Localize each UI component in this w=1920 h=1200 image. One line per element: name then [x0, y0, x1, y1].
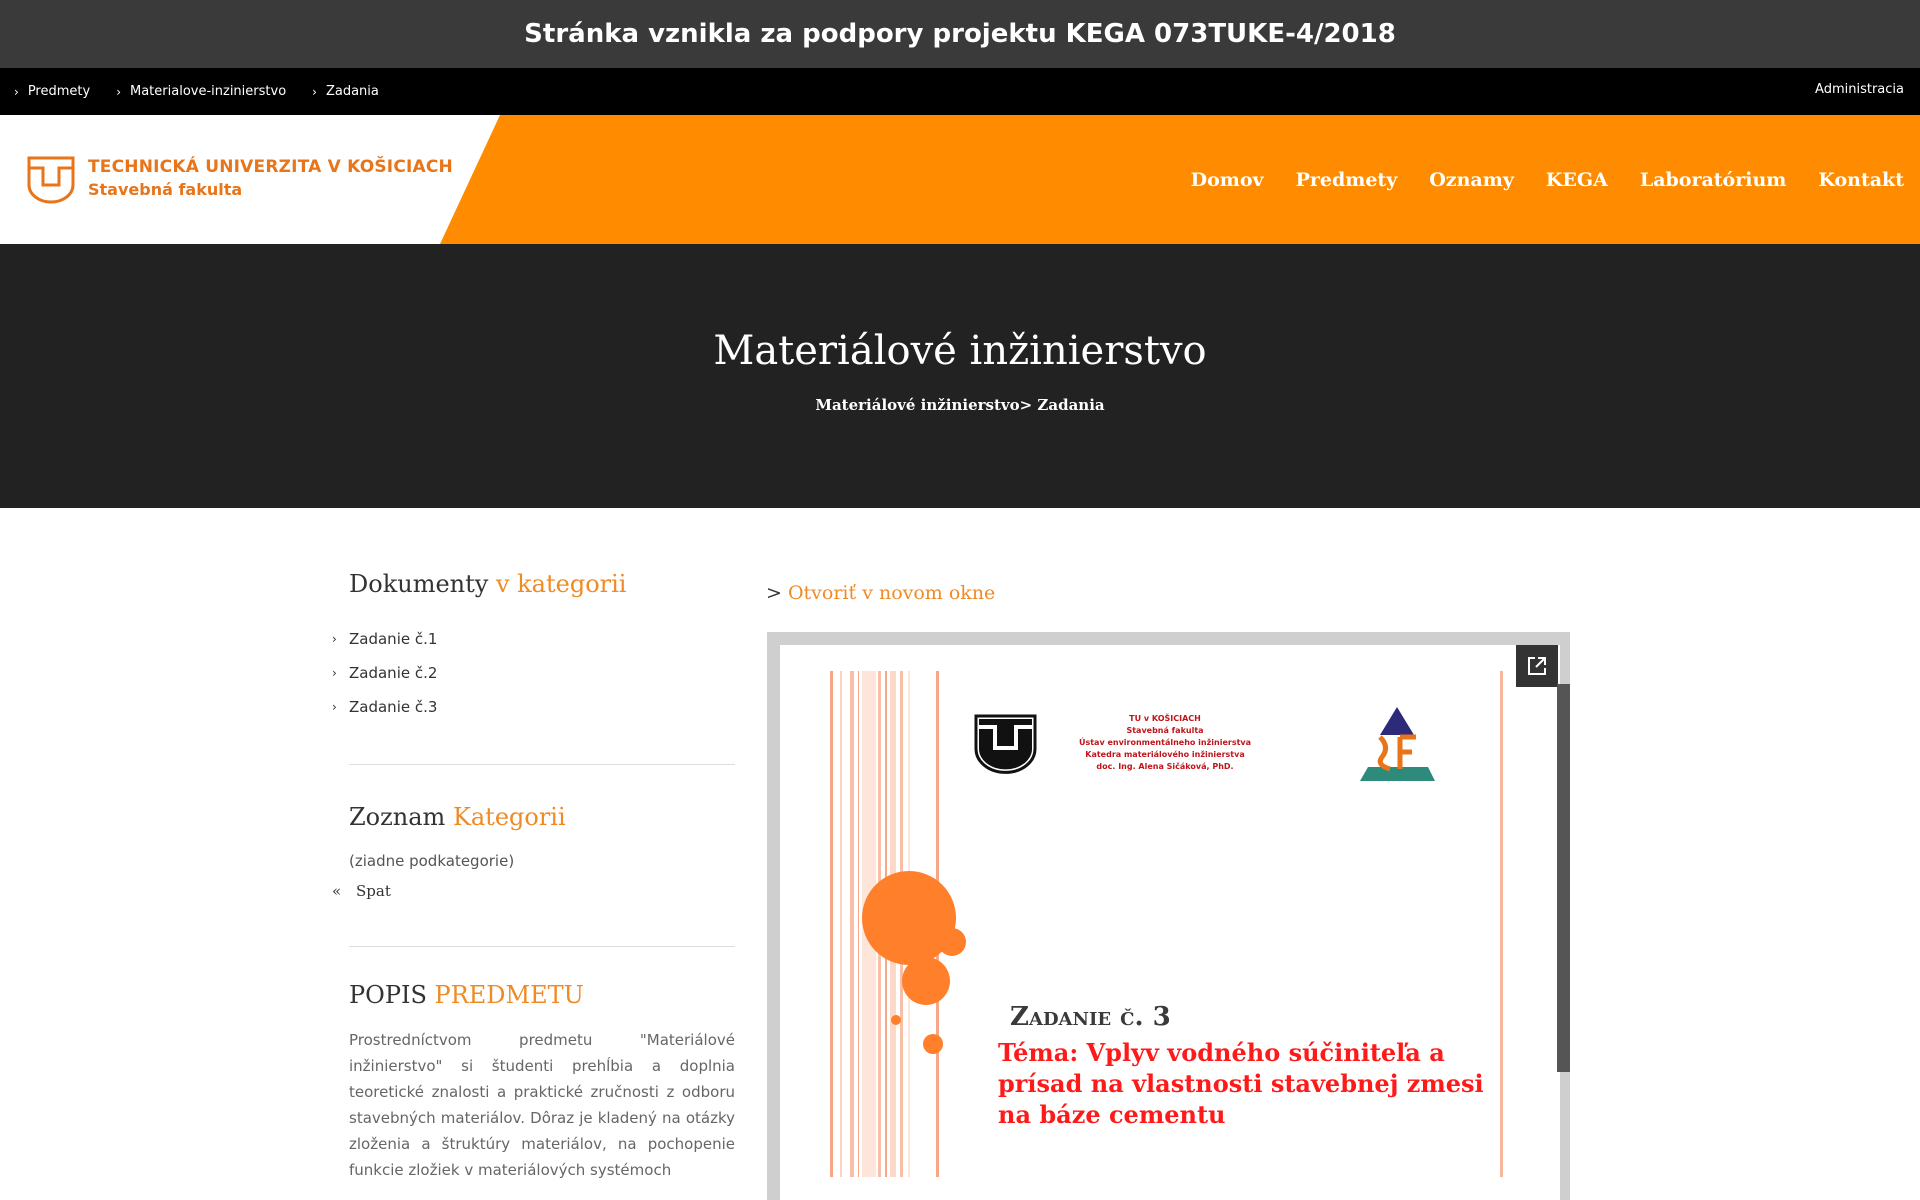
page-hero: Materiálové inžinierstvo Materiálové inž…: [0, 244, 1920, 508]
document-item[interactable]: › Zadanie č.2: [332, 656, 735, 690]
project-banner: Stránka vznikla za podpory projektu KEGA…: [0, 0, 1920, 68]
categories-heading: Zoznam Kategorii: [349, 803, 735, 831]
decorative-circle: [938, 928, 966, 956]
no-subcategories-text: (ziadne podkategorie): [349, 852, 515, 870]
chevron-right-icon: ›: [312, 84, 317, 99]
document-link[interactable]: Zadanie č.1: [349, 630, 437, 648]
decorative-circle: [923, 1034, 943, 1054]
document-item[interactable]: › Zadanie č.1: [332, 622, 735, 656]
breadcrumb: › Predmety › Materialove-inzinierstvo › …: [14, 68, 405, 115]
slide-title: Zadanie č. 3: [1010, 1002, 1171, 1032]
open-new-window[interactable]: > Otvoriť v novom okne: [766, 582, 995, 604]
tuke-logo-icon: [27, 156, 75, 204]
slide-topic: Téma: Vplyv vodného súčiniteľa a prísad …: [998, 1038, 1484, 1129]
logo-area[interactable]: TECHNICKÁ UNIVERZITA V KOŠICIACH Stavebn…: [0, 115, 500, 244]
external-link-icon: [1528, 657, 1546, 675]
open-link-prefix: >: [766, 582, 782, 604]
document-link[interactable]: Zadanie č.3: [349, 698, 437, 716]
breadcrumb-label[interactable]: Predmety: [28, 84, 90, 99]
documents-heading-text: Dokumenty: [349, 570, 489, 598]
logo-faculty-name: Stavebná fakulta: [88, 180, 243, 199]
page-title: Materiálové inžinierstvo: [713, 328, 1207, 374]
main-nav: Domov Predmety Oznamy KEGA Laboratórium …: [1159, 115, 1904, 244]
presentation-slide: TU v KOŠICIACH Stavebná fakulta Ústav en…: [780, 645, 1560, 1200]
back-label[interactable]: Spat: [356, 882, 391, 900]
documents-list: › Zadanie č.1 › Zadanie č.2 › Zadanie č.…: [332, 622, 735, 724]
nav-kontakt[interactable]: Kontakt: [1818, 169, 1904, 191]
inst-line: Stavebná fakulta: [1126, 726, 1204, 735]
admin-link[interactable]: Administracia: [1815, 82, 1904, 97]
breadcrumb-item-materialove[interactable]: › Materialove-inzinierstvo: [116, 84, 286, 99]
nav-predmety[interactable]: Predmety: [1296, 169, 1398, 191]
description-heading-accent: PREDMETU: [434, 981, 584, 1009]
inst-line: TU v KOŠICIACH: [1129, 714, 1201, 723]
back-link[interactable]: « Spat: [332, 882, 735, 900]
breadcrumb-item-predmety[interactable]: › Predmety: [14, 84, 90, 99]
site-header: TECHNICKÁ UNIVERZITA V KOŠICIACH Stavebn…: [0, 115, 1920, 244]
nav-oznamy[interactable]: Oznamy: [1429, 169, 1514, 191]
hero-breadcrumb: Materiálové inžinierstvo> Zadania: [815, 396, 1105, 414]
nav-laboratorium[interactable]: Laboratórium: [1640, 169, 1787, 191]
logo-text: TECHNICKÁ UNIVERZITA V KOŠICIACH Stavebn…: [88, 157, 453, 199]
logo-university-name: TECHNICKÁ UNIVERZITA V KOŠICIACH: [88, 157, 453, 177]
description-heading: POPIS PREDMETU: [349, 981, 735, 1009]
chevron-right-icon: ›: [332, 700, 337, 714]
open-new-window-link[interactable]: Otvoriť v novom okne: [788, 582, 995, 604]
breadcrumb-label[interactable]: Materialove-inzinierstvo: [130, 84, 286, 99]
documents-heading-accent: v kategorii: [495, 570, 627, 598]
chevron-right-icon: ›: [14, 84, 19, 99]
chevron-right-icon: ›: [332, 632, 337, 646]
document-viewer[interactable]: TU v KOŠICIACH Stavebná fakulta Ústav en…: [767, 632, 1570, 1200]
document-item[interactable]: › Zadanie č.3: [332, 690, 735, 724]
categories-heading-text: Zoznam: [349, 803, 446, 831]
viewer-scrollbar[interactable]: [1557, 684, 1570, 1072]
chevron-right-icon: ›: [116, 84, 121, 99]
divider: [349, 946, 735, 947]
nav-kega[interactable]: KEGA: [1546, 169, 1608, 191]
nav-domov[interactable]: Domov: [1191, 169, 1264, 191]
sidebar: Dokumenty v kategorii › Zadanie č.1 › Za…: [332, 570, 735, 1183]
inst-line: Katedra materiálového inžinierstva: [1085, 750, 1245, 759]
decorative-circle: [891, 1015, 901, 1025]
tuke-slide-logo-icon: [974, 714, 1037, 774]
inst-line: Ústav environmentálneho inžinierstva: [1078, 738, 1252, 747]
document-link[interactable]: Zadanie č.2: [349, 664, 437, 682]
inst-line: doc. Ing. Alena Sičáková, PhD.: [1096, 762, 1234, 771]
banner-text: Stránka vznikla za podpory projektu KEGA…: [524, 19, 1396, 49]
institution-block: TU v KOŠICIACH Stavebná fakulta Ústav en…: [1070, 713, 1260, 773]
top-breadcrumb-bar: › Predmety › Materialove-inzinierstvo › …: [0, 68, 1920, 115]
decorative-circle: [902, 957, 950, 1005]
double-chevron-left-icon: «: [332, 882, 342, 900]
sf-faculty-logo-icon: [1360, 707, 1435, 781]
documents-heading: Dokumenty v kategorii: [349, 570, 735, 598]
open-external-button[interactable]: [1516, 645, 1558, 687]
breadcrumb-item-zadania[interactable]: › Zadania: [312, 84, 379, 99]
chevron-right-icon: ›: [332, 666, 337, 680]
breadcrumb-label[interactable]: Zadania: [326, 84, 379, 99]
course-description: Prostredníctvom predmetu "Materiálové in…: [349, 1031, 735, 1179]
divider: [349, 764, 735, 765]
description-heading-text: POPIS: [349, 981, 427, 1009]
categories-heading-accent: Kategorii: [452, 803, 566, 831]
